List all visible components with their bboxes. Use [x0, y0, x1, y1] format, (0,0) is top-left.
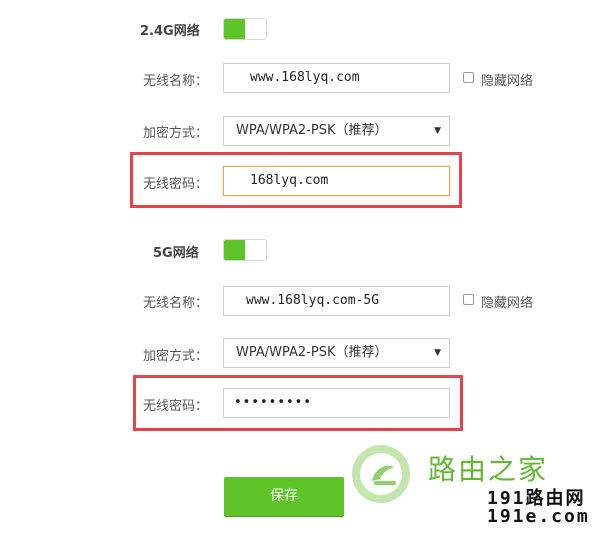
ssid-input-24g[interactable]: www.168lyq.com — [223, 63, 450, 93]
hide-network-label-24g: 隐藏网络 — [481, 74, 534, 89]
password-input-24g[interactable]: 168lyq.com — [223, 166, 450, 196]
hide-network-checkbox-5g[interactable] — [463, 294, 474, 305]
password-input-5g[interactable]: ••••••••• — [223, 388, 450, 418]
security-label-24g: 加密方式： — [143, 126, 209, 141]
security-select-24g[interactable]: WPA/WPA2-PSK（推荐） ▼ — [223, 116, 450, 146]
toggle-5g-knob — [245, 240, 266, 260]
dropdown-arrow-icon: ▼ — [434, 348, 441, 358]
watermark-site-name: 路由之家 — [428, 453, 549, 486]
security-select-5g[interactable]: WPA/WPA2-PSK（推荐） ▼ — [223, 338, 450, 368]
password-label-24g: 无线密码： — [143, 177, 209, 192]
ssid-label-24g: 无线名称： — [143, 74, 209, 89]
section-label-24g: 2.4G网络 — [140, 24, 200, 39]
ssid-label-5g: 无线名称： — [143, 296, 209, 311]
dropdown-arrow-icon: ▼ — [434, 126, 441, 136]
hide-network-checkbox-24g[interactable] — [463, 72, 474, 83]
hide-network-label-5g: 隐藏网络 — [481, 296, 534, 311]
ssid-input-5g[interactable]: www.168lyq.com-5G — [223, 286, 450, 316]
watermark-logo-icon — [350, 443, 412, 505]
toggle-24g-on-indicator — [224, 19, 246, 39]
toggle-24g[interactable] — [223, 18, 267, 40]
watermark-url-line2: 191e.com — [487, 506, 590, 527]
section-label-5g: 5G网络 — [153, 246, 199, 261]
toggle-5g-on-indicator — [224, 240, 246, 260]
security-select-24g-value: WPA/WPA2-PSK（推荐） — [236, 123, 388, 138]
toggle-5g[interactable] — [223, 239, 267, 261]
toggle-24g-knob — [245, 19, 266, 39]
password-label-5g: 无线密码： — [143, 399, 209, 414]
security-label-5g: 加密方式： — [143, 349, 209, 364]
security-select-5g-value: WPA/WPA2-PSK（推荐） — [236, 345, 388, 360]
save-button[interactable]: 保存 — [224, 477, 344, 516]
